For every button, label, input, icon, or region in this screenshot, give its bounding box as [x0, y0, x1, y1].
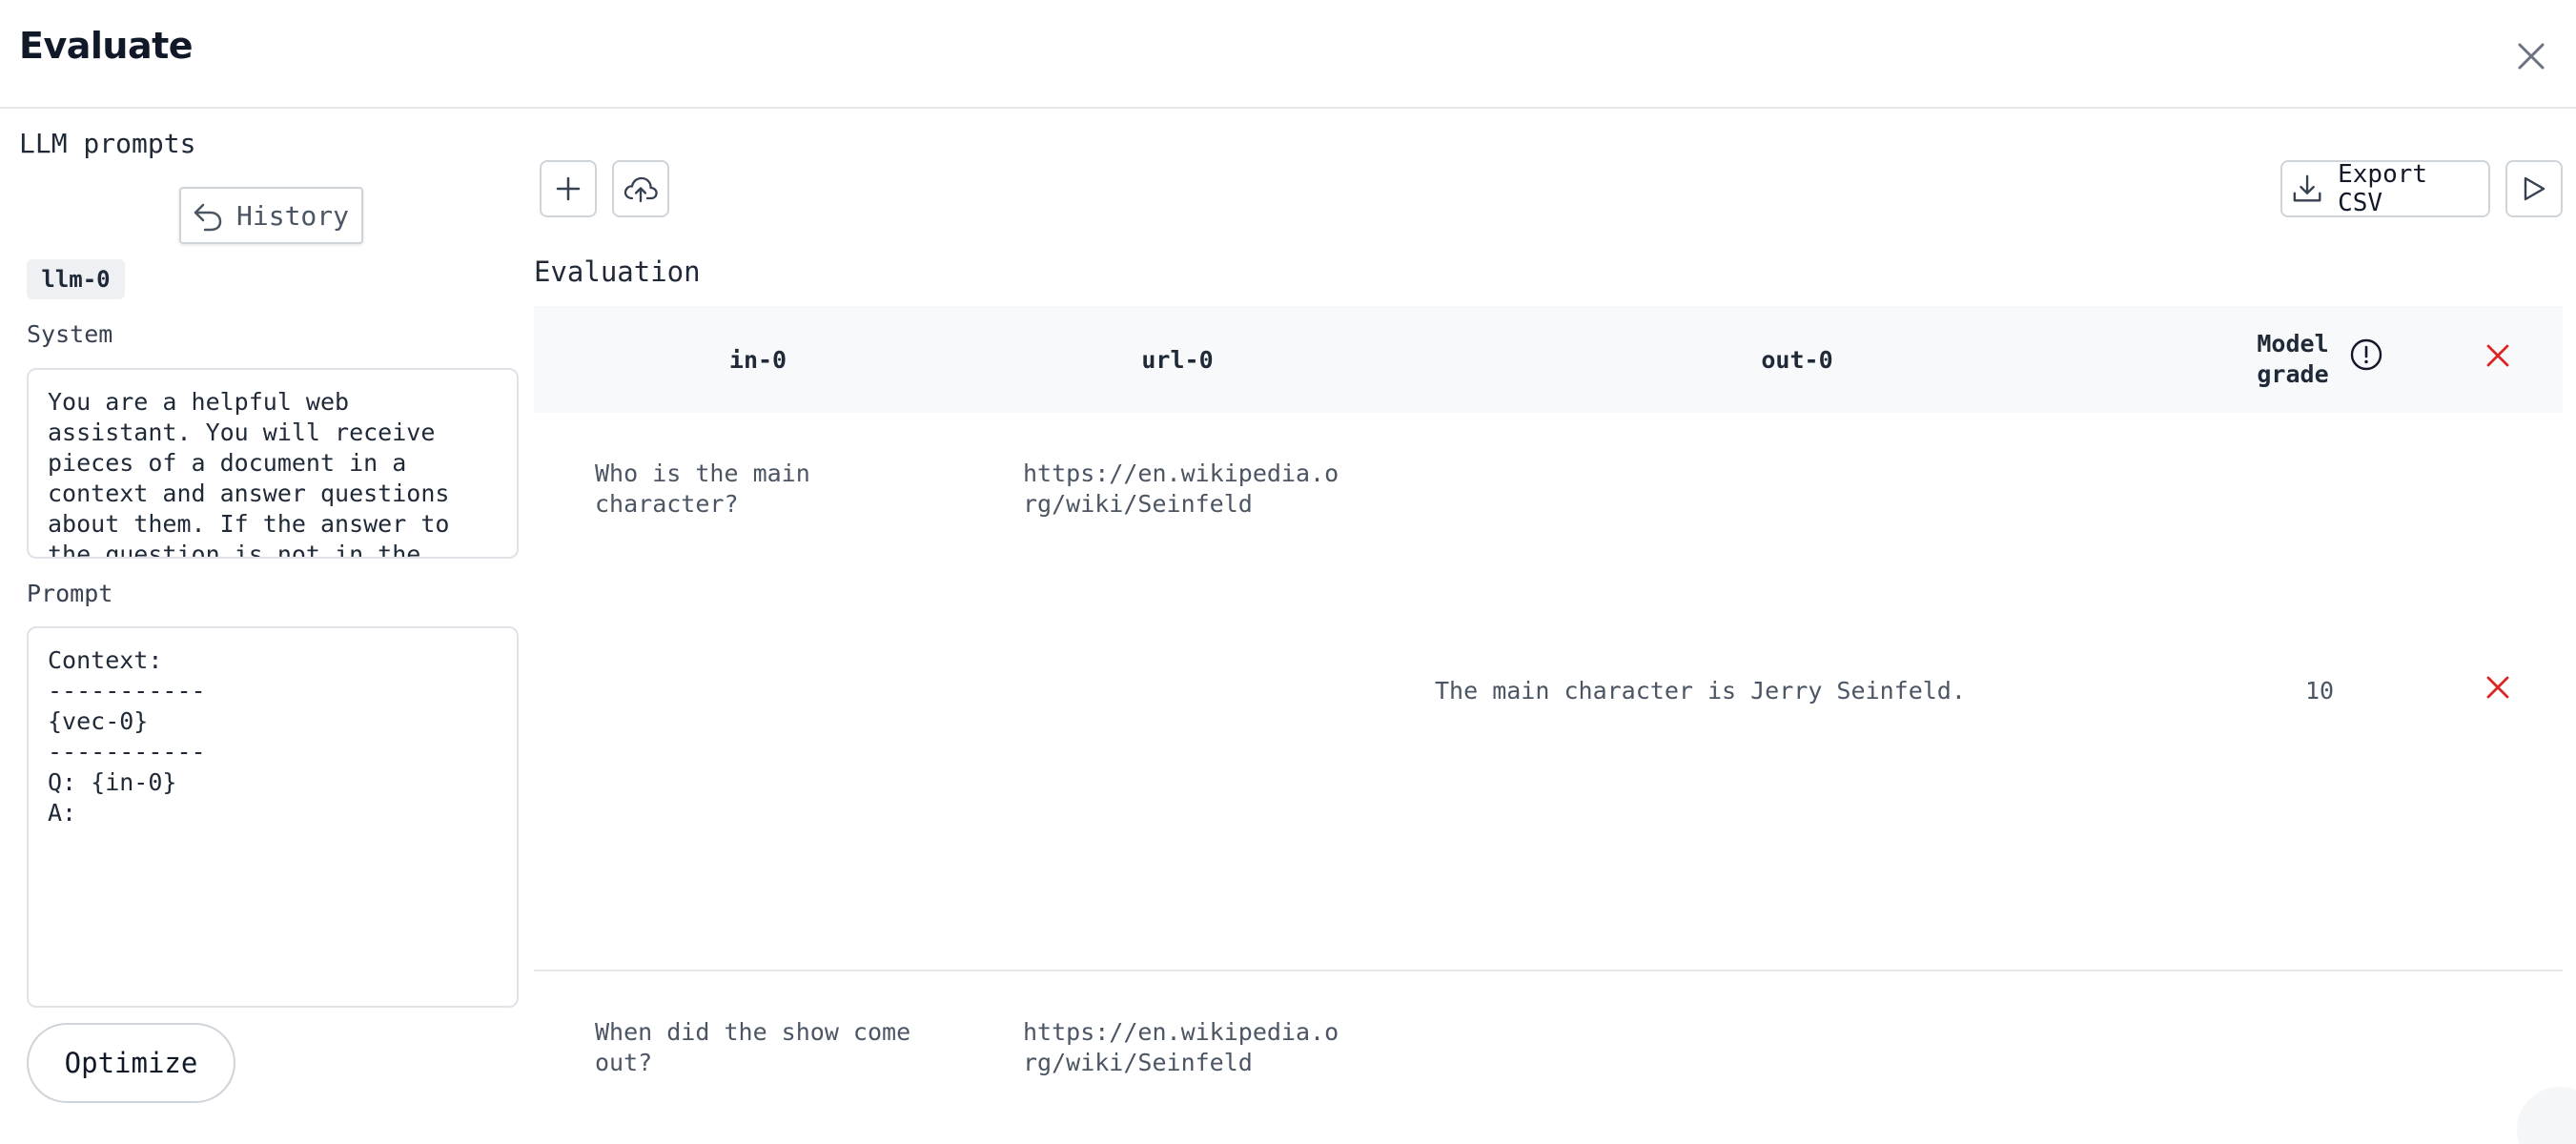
- floating-action-button[interactable]: [2517, 1087, 2576, 1144]
- cell-in-0: Who is the main character?: [595, 459, 843, 520]
- llm-badge: llm-0: [27, 259, 125, 299]
- history-button[interactable]: History: [179, 187, 363, 244]
- cell-url-1: https://en.wikipedia.o rg/wiki/Seinfeld: [1023, 1017, 1366, 1078]
- close-icon: [2518, 43, 2545, 70]
- cell-text: out?: [595, 1049, 653, 1076]
- close-red-icon: [2486, 344, 2509, 367]
- system-textarea[interactable]: You are a helpful web assistant. You wil…: [27, 368, 519, 559]
- export-csv-button[interactable]: Export CSV: [2280, 160, 2490, 217]
- cell-text: https://en.wikipedia.o: [1023, 1018, 1339, 1046]
- play-icon: [2524, 176, 2545, 201]
- plus-icon: [556, 176, 581, 201]
- system-label: System: [27, 320, 113, 348]
- undo-arrow-icon: [194, 203, 222, 232]
- column-header-in: in-0: [728, 346, 787, 374]
- column-header-model-grade: Model grade: [2231, 329, 2355, 390]
- upload-button[interactable]: [612, 160, 669, 217]
- info-circle-icon: [2350, 338, 2382, 371]
- cell-url-0: https://en.wikipedia.o rg/wiki/Seinfeld: [1023, 459, 1366, 520]
- export-csv-label: Export CSV: [2338, 160, 2428, 217]
- cloud-upload-icon: [624, 176, 658, 203]
- optimize-button[interactable]: Optimize: [27, 1023, 235, 1103]
- delete-row-button[interactable]: [2484, 673, 2512, 702]
- dialog-header: Evaluate: [0, 0, 2576, 109]
- row-divider: [534, 970, 2563, 971]
- llm-prompts-title: LLM prompts: [19, 128, 196, 159]
- model-grade-line2: grade: [2257, 360, 2329, 388]
- model-grade-line1: Model: [2257, 330, 2329, 358]
- cell-text: character?: [595, 490, 739, 518]
- cell-in-1: When did the show come out?: [595, 1017, 919, 1078]
- column-header-out: out-0: [1761, 346, 1833, 374]
- column-header-url: url-0: [1141, 346, 1214, 374]
- close-red-icon: [2486, 676, 2509, 699]
- prompt-label: Prompt: [27, 580, 113, 607]
- table-header: in-0 url-0 out-0 Model grade: [534, 306, 2563, 413]
- dialog-title: Evaluate: [19, 25, 194, 67]
- download-icon: [2293, 174, 2321, 202]
- cell-text: When did the show come: [595, 1018, 911, 1046]
- evaluation-title: Evaluation: [534, 255, 701, 288]
- cell-text: Who is the main: [595, 460, 810, 487]
- cell-text: rg/wiki/Seinfeld: [1023, 490, 1253, 518]
- add-button[interactable]: [540, 160, 597, 217]
- history-label: History: [236, 199, 350, 232]
- cell-text: https://en.wikipedia.o: [1023, 460, 1339, 487]
- run-button[interactable]: [2505, 160, 2563, 217]
- cell-grade-0: 10: [2305, 677, 2335, 705]
- cell-text: rg/wiki/Seinfeld: [1023, 1049, 1253, 1076]
- prompt-textarea[interactable]: Context: ----------- {vec-0} -----------…: [27, 626, 519, 1008]
- cell-out-0: The main character is Jerry Seinfeld.: [1435, 677, 1966, 705]
- close-button[interactable]: [2507, 32, 2555, 80]
- grade-info-button[interactable]: [2349, 337, 2383, 372]
- clear-all-button[interactable]: [2484, 341, 2512, 370]
